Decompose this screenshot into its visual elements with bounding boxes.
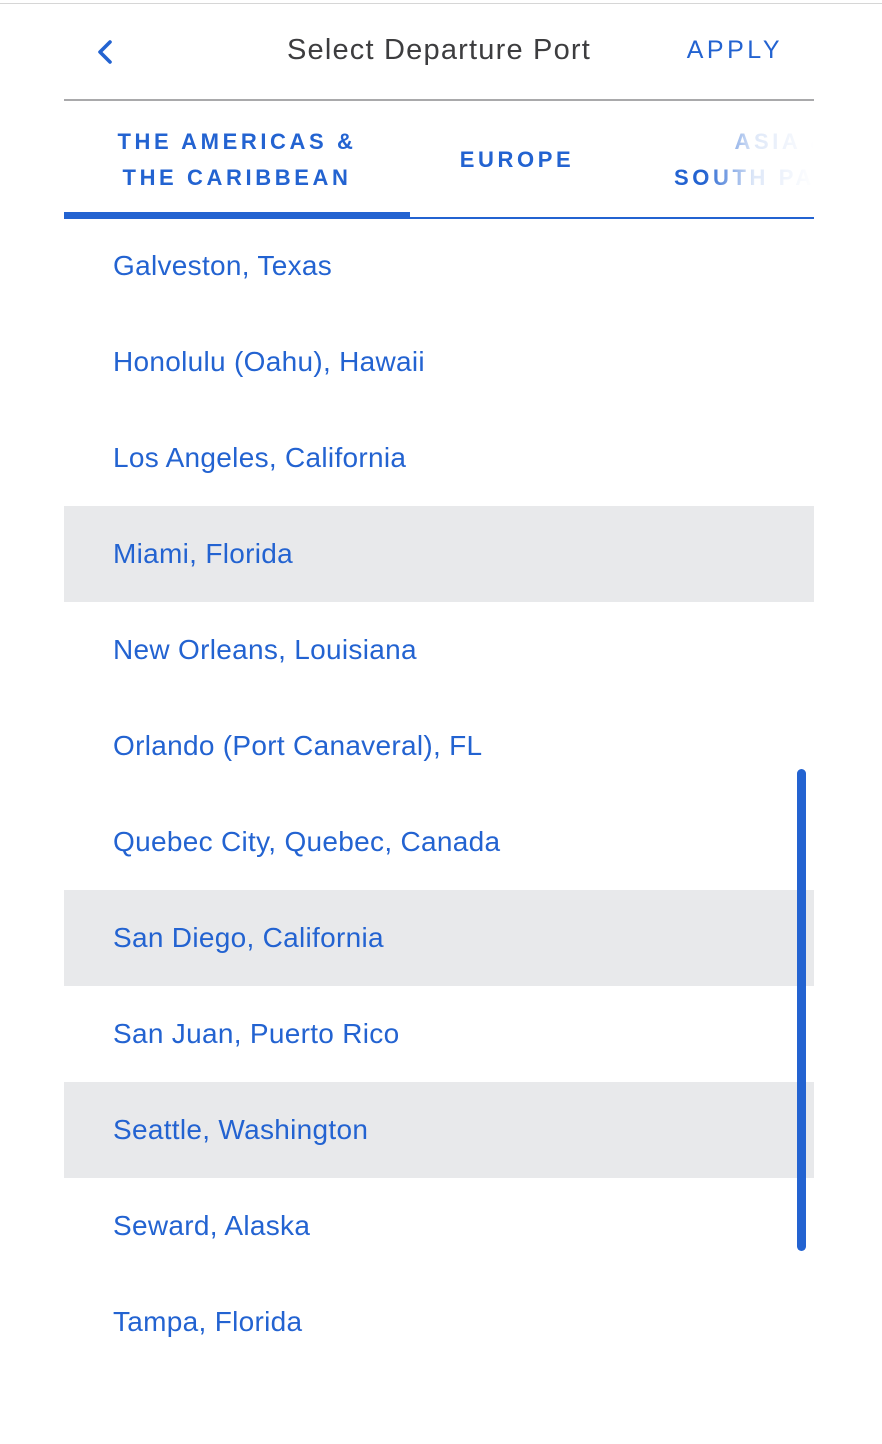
port-item-san-diego[interactable]: San Diego, California	[64, 890, 814, 986]
port-item-new-orleans[interactable]: New Orleans, Louisiana	[64, 602, 814, 698]
back-button[interactable]	[88, 32, 122, 72]
port-item-galveston[interactable]: Galveston, Texas	[64, 218, 814, 314]
scrollbar-thumb[interactable]	[797, 769, 806, 1251]
port-label: Miami, Florida	[113, 538, 294, 569]
port-label: New Orleans, Louisiana	[113, 634, 417, 665]
port-label: Galveston, Texas	[113, 250, 333, 281]
port-label: Honolulu (Oahu), Hawaii	[113, 346, 425, 377]
port-label: Seward, Alaska	[113, 1210, 311, 1241]
port-item-quebec-city[interactable]: Quebec City, Quebec, Canada	[64, 794, 814, 890]
port-item-seward[interactable]: Seward, Alaska	[64, 1178, 814, 1274]
port-item-miami[interactable]: Miami, Florida	[64, 506, 814, 602]
port-item-san-juan[interactable]: San Juan, Puerto Rico	[64, 986, 814, 1082]
chevron-left-icon	[98, 40, 112, 64]
port-label: Quebec City, Quebec, Canada	[113, 826, 501, 857]
port-item-los-angeles[interactable]: Los Angeles, California	[64, 410, 814, 506]
port-item-tampa[interactable]: Tampa, Florida	[64, 1274, 814, 1370]
port-label: San Diego, California	[113, 922, 384, 953]
tab-label: EUROPE	[459, 147, 575, 172]
port-item-honolulu[interactable]: Honolulu (Oahu), Hawaii	[64, 314, 814, 410]
port-label: Los Angeles, California	[113, 442, 407, 473]
port-label: Orlando (Port Canaveral), FL	[113, 730, 483, 761]
header-bar: Select Departure Port APPLY	[64, 4, 814, 101]
region-tabs: THE AMERICAS & THE CARIBBEAN EUROPE ASIA…	[64, 103, 814, 219]
port-list: Galveston, Texas Honolulu (Oahu), Hawaii…	[64, 218, 814, 1370]
tab-asia-south-pacific[interactable]: ASIA & SOUTH PACIFIC	[624, 103, 814, 217]
port-item-orlando[interactable]: Orlando (Port Canaveral), FL	[64, 698, 814, 794]
tab-label: ASIA & SOUTH PACIFIC	[674, 129, 814, 190]
tab-americas-caribbean[interactable]: THE AMERICAS & THE CARIBBEAN	[64, 103, 410, 217]
tab-label: THE AMERICAS & THE CARIBBEAN	[117, 129, 357, 190]
port-label: Tampa, Florida	[113, 1306, 303, 1337]
port-label: Seattle, Washington	[113, 1114, 369, 1145]
apply-button[interactable]: APPLY	[687, 36, 783, 65]
tab-europe[interactable]: EUROPE	[410, 103, 624, 217]
port-item-seattle[interactable]: Seattle, Washington	[64, 1082, 814, 1178]
port-label: San Juan, Puerto Rico	[113, 1018, 400, 1049]
